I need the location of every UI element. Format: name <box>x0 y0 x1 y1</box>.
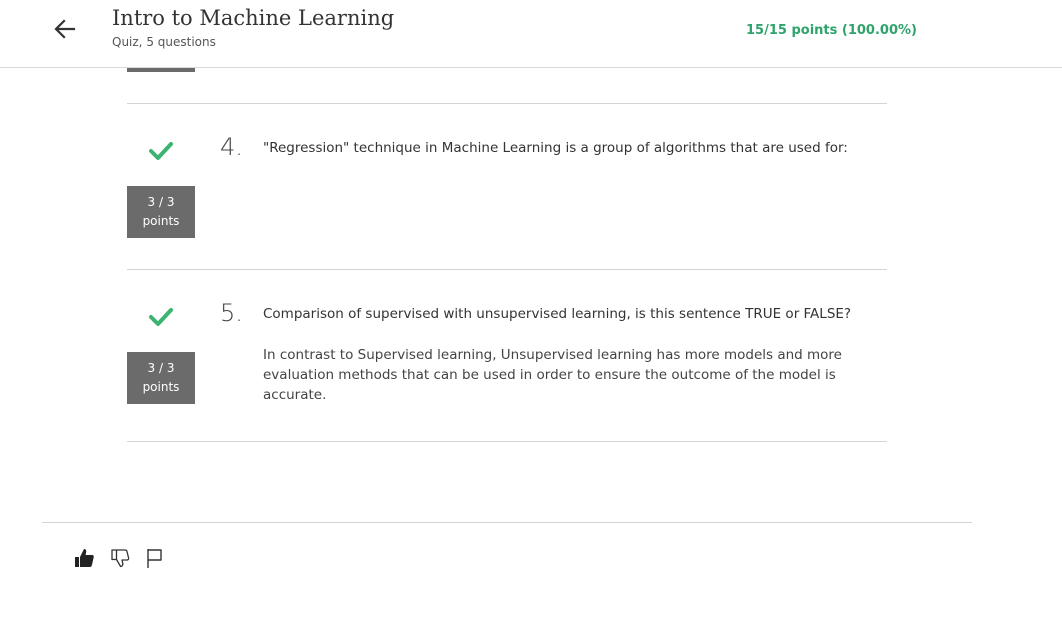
question-number: 4. <box>220 133 243 161</box>
question-text: Comparison of supervised with unsupervis… <box>263 306 852 322</box>
previous-points-badge <box>127 68 195 72</box>
thumbs-down-icon[interactable] <box>108 546 132 570</box>
flag-icon[interactable] <box>144 546 166 570</box>
quiz-header: Intro to Machine Learning Quiz, 5 questi… <box>0 0 1062 68</box>
question-text: "Regression" technique in Machine Learni… <box>263 140 848 156</box>
question-number: 5. <box>220 299 243 327</box>
question-detail: In contrast to Supervised learning, Unsu… <box>263 347 842 403</box>
question-divider <box>127 103 887 104</box>
points-badge: 3 / 3 points <box>127 352 195 404</box>
points-value: 3 / 3 <box>147 195 175 209</box>
points-label: points <box>142 214 180 228</box>
points-value: 3 / 3 <box>147 361 175 375</box>
check-icon <box>149 142 173 160</box>
score-summary: 15/15 points (100.00%) <box>746 23 917 38</box>
points-badge: 3 / 3 points <box>127 186 195 238</box>
back-arrow-icon[interactable] <box>52 16 78 42</box>
quiz-subtitle: Quiz, 5 questions <box>112 35 216 49</box>
points-label: points <box>142 380 180 394</box>
question-divider <box>127 441 887 442</box>
question-divider <box>127 269 887 270</box>
check-icon <box>149 308 173 326</box>
thumbs-up-icon[interactable] <box>72 546 96 570</box>
page-title: Intro to Machine Learning <box>112 6 395 30</box>
footer-divider <box>42 522 972 523</box>
